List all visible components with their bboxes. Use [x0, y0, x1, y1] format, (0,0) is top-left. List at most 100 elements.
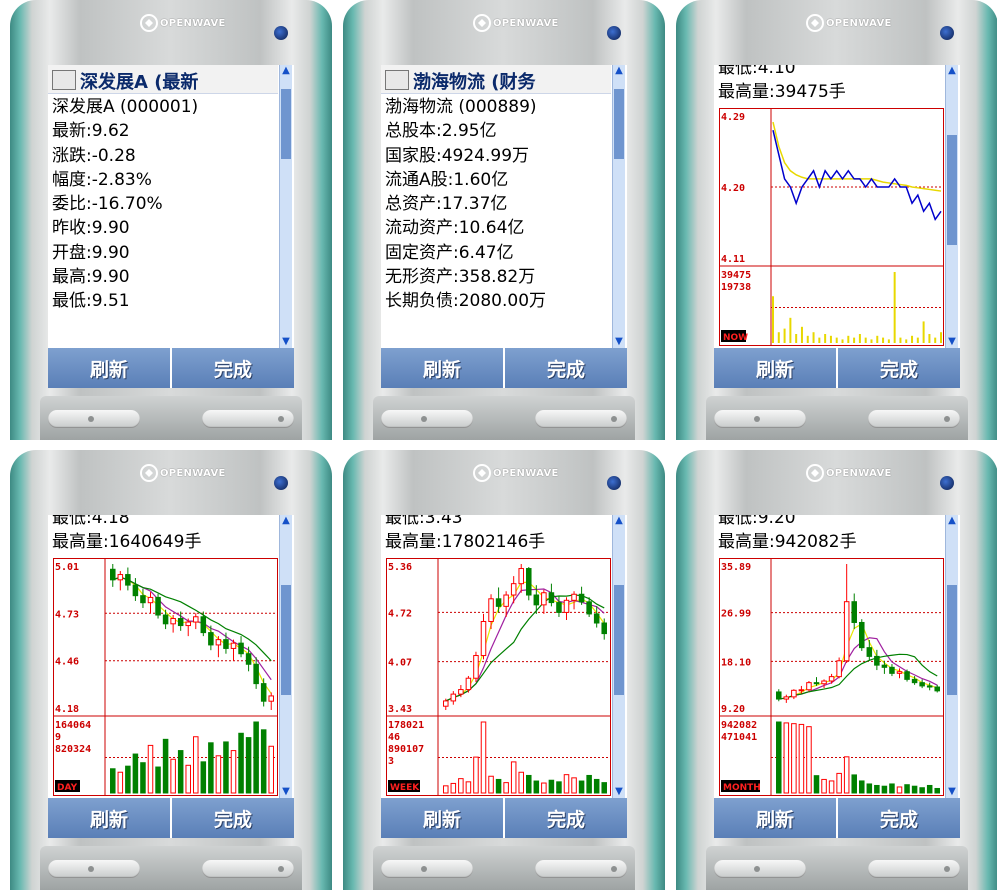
- max-volume-line: 最高量:39475手: [718, 82, 846, 102]
- scrollbar-thumb[interactable]: [614, 585, 624, 695]
- phone-device: OPENWAVE 最低:4.10 最高量:39475手 ▲ ▼ 4.29 4.20 4.11…: [676, 0, 997, 440]
- candle-body: [548, 592, 555, 604]
- scroll-up-icon[interactable]: ▲: [280, 65, 292, 77]
- scrollbar[interactable]: ▲ ▼: [612, 65, 625, 348]
- volume-bar: [450, 782, 457, 794]
- quote-field: 最新:9.62: [52, 121, 130, 142]
- right-nav-key[interactable]: [535, 860, 627, 878]
- candle-body: [510, 583, 517, 596]
- camera-lens-icon: [940, 26, 954, 40]
- stock-menu-icon[interactable]: [385, 70, 409, 90]
- refresh-button[interactable]: 刷新: [714, 348, 836, 388]
- candle-body: [874, 655, 880, 666]
- left-nav-key[interactable]: [381, 860, 473, 878]
- quote-field: 总资产:17.37亿: [385, 194, 508, 215]
- refresh-button[interactable]: 刷新: [48, 348, 170, 388]
- scroll-down-icon[interactable]: ▼: [946, 336, 958, 348]
- volume-bar: [260, 729, 267, 794]
- scroll-down-icon[interactable]: ▼: [280, 786, 292, 798]
- candle-body: [473, 655, 479, 679]
- scroll-down-icon[interactable]: ▼: [613, 336, 625, 348]
- scrollbar[interactable]: ▲ ▼: [279, 515, 292, 798]
- scroll-down-icon[interactable]: ▼: [946, 786, 958, 798]
- candle-body: [140, 595, 146, 604]
- done-button[interactable]: 完成: [170, 348, 294, 388]
- scrollbar[interactable]: ▲ ▼: [945, 515, 958, 798]
- volume-bar: [147, 744, 154, 794]
- right-nav-key[interactable]: [202, 410, 294, 428]
- right-nav-key[interactable]: [868, 410, 960, 428]
- done-button[interactable]: 完成: [170, 798, 294, 838]
- candle-body: [170, 618, 176, 625]
- volume-bar: [828, 780, 835, 794]
- left-nav-key[interactable]: [714, 860, 806, 878]
- volume-bar: [874, 784, 880, 794]
- volume-bar: [480, 721, 487, 794]
- stock-menu-icon[interactable]: [52, 70, 76, 90]
- quote-field: 无形资产:358.82万: [385, 267, 536, 288]
- scroll-up-icon[interactable]: ▲: [280, 515, 292, 527]
- done-button[interactable]: 完成: [836, 348, 960, 388]
- quote-field: 最高:9.90: [52, 267, 130, 288]
- scrollbar-thumb[interactable]: [614, 89, 624, 159]
- left-nav-key[interactable]: [381, 410, 473, 428]
- scrollbar-thumb[interactable]: [281, 585, 291, 695]
- candle-body: [821, 680, 827, 685]
- scroll-down-icon[interactable]: ▼: [280, 336, 292, 348]
- volume-bar: [889, 783, 895, 794]
- volume-tick-label: 890107: [388, 744, 424, 755]
- phone-device: OPENWAVE 深发展A (最新 深发展A (000001) 最新:9.62 涨跌:…: [10, 0, 332, 440]
- price-tick-label: 26.99: [721, 609, 751, 620]
- candle-body: [911, 678, 918, 684]
- scroll-down-icon[interactable]: ▼: [613, 786, 625, 798]
- done-button[interactable]: 完成: [503, 348, 627, 388]
- stock-chart: 4.29 4.20 4.11 3947519738 NOW: [719, 108, 944, 346]
- refresh-button[interactable]: 刷新: [381, 798, 503, 838]
- volume-tick-label: 3: [388, 756, 394, 767]
- scrollbar-thumb[interactable]: [947, 135, 957, 245]
- phone-keypad-top: [373, 846, 635, 890]
- phone-device: OPENWAVE 渤海物流 (财务 渤海物流 (000889) 总股本:2.95亿国…: [343, 0, 665, 440]
- candle-body: [866, 647, 873, 657]
- candle-body: [488, 598, 494, 622]
- scrollbar[interactable]: ▲ ▼: [612, 515, 625, 798]
- scroll-up-icon[interactable]: ▲: [946, 515, 958, 527]
- scroll-up-icon[interactable]: ▲: [946, 65, 958, 77]
- right-nav-key[interactable]: [868, 860, 960, 878]
- volume-tick-label: 471041: [721, 732, 757, 743]
- done-button[interactable]: 完成: [503, 798, 627, 838]
- scrollbar[interactable]: ▲ ▼: [945, 65, 958, 348]
- scrollbar-thumb[interactable]: [281, 89, 291, 159]
- left-nav-key[interactable]: [48, 860, 140, 878]
- volume-bar: [518, 771, 524, 794]
- scroll-up-icon[interactable]: ▲: [613, 515, 625, 527]
- candle-body: [783, 696, 790, 700]
- refresh-button[interactable]: 刷新: [48, 798, 170, 838]
- volume-bar: [843, 756, 850, 794]
- refresh-button[interactable]: 刷新: [381, 348, 503, 388]
- right-nav-key[interactable]: [535, 410, 627, 428]
- candle-body: [896, 671, 903, 674]
- volume-bar: [783, 722, 790, 794]
- scrollbar-thumb[interactable]: [947, 585, 957, 695]
- brand-name: OPENWAVE: [493, 18, 559, 29]
- volume-bar: [836, 772, 842, 794]
- volume-bar: [177, 750, 184, 794]
- left-nav-key[interactable]: [48, 410, 140, 428]
- price-tick-label: 35.89: [721, 562, 751, 573]
- done-button[interactable]: 完成: [836, 798, 960, 838]
- scroll-up-icon[interactable]: ▲: [613, 65, 625, 77]
- volume-tick-label: 9: [55, 732, 61, 743]
- quote-field: 委比:-16.70%: [52, 194, 163, 215]
- phone-device: OPENWAVE 最低:3.43 最高量:17802146手 ▲ ▼ 5.36 4.72 4…: [343, 450, 665, 890]
- scrollbar[interactable]: ▲ ▼: [279, 65, 292, 348]
- refresh-button[interactable]: 刷新: [714, 798, 836, 838]
- camera-lens-icon: [274, 26, 288, 40]
- volume-bar: [548, 779, 555, 794]
- right-nav-key[interactable]: [202, 860, 294, 878]
- left-nav-key[interactable]: [714, 410, 806, 428]
- candle-body: [132, 584, 139, 597]
- candle-body: [563, 599, 570, 613]
- volume-tick-label: 178021: [388, 720, 424, 731]
- candle-body: [526, 568, 532, 596]
